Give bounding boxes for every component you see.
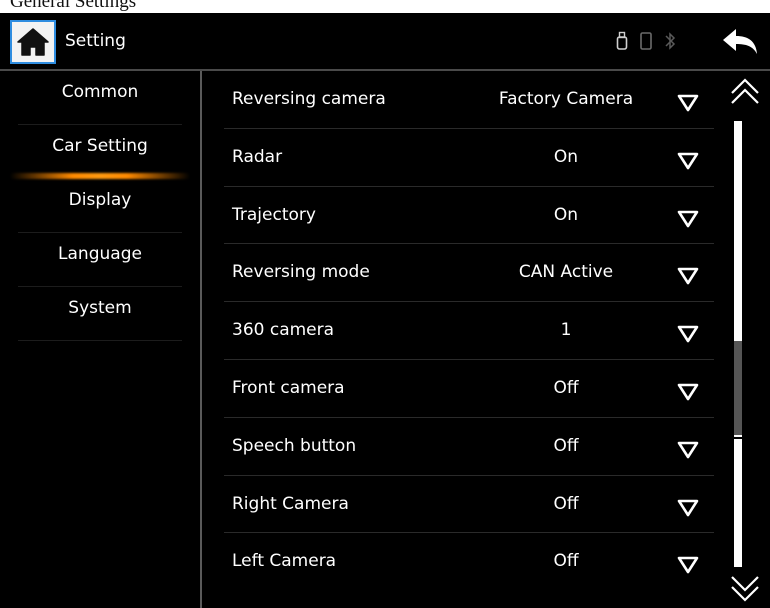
dropdown-arrow-icon[interactable]: [676, 266, 700, 286]
home-button[interactable]: [10, 20, 56, 64]
head-unit-screen: Setting Common Car Setting Display Langu…: [0, 13, 770, 608]
phone-icon: [640, 32, 652, 50]
dropdown-arrow-icon[interactable]: [676, 555, 700, 575]
double-chevron-down-icon[interactable]: [728, 571, 762, 605]
setting-label: Speech button: [232, 435, 357, 456]
setting-row-360-camera[interactable]: 360 camera 1: [224, 302, 714, 360]
setting-label: Reversing camera: [232, 89, 386, 109]
setting-value[interactable]: On: [482, 145, 650, 169]
setting-label: Reversing mode: [232, 262, 370, 283]
scroll-thumb-notch: [726, 432, 754, 439]
sidebar-item-label: Display: [68, 190, 132, 210]
dropdown-arrow-icon[interactable]: [676, 324, 700, 344]
setting-label: Radar: [232, 146, 283, 167]
sidebar-item-display[interactable]: Display: [0, 179, 200, 233]
back-button[interactable]: [720, 27, 760, 57]
setting-value[interactable]: CAN Active: [482, 260, 650, 284]
top-bar: Setting: [0, 13, 770, 70]
setting-value[interactable]: Off: [482, 376, 650, 400]
setting-value[interactable]: On: [482, 203, 650, 227]
home-icon: [17, 28, 49, 56]
bluetooth-icon: [665, 32, 676, 50]
setting-value[interactable]: Factory Camera: [482, 87, 650, 111]
dropdown-arrow-icon[interactable]: [676, 440, 700, 460]
dropdown-arrow-icon[interactable]: [676, 209, 700, 229]
setting-label: 360 camera: [232, 320, 335, 341]
setting-row-speech-button[interactable]: Speech button Off: [224, 418, 714, 476]
setting-row-radar[interactable]: Radar On: [224, 129, 714, 187]
setting-value[interactable]: Off: [482, 434, 650, 458]
sidebar-item-label: Car Setting: [52, 136, 148, 156]
setting-row-reversing-mode[interactable]: Reversing mode CAN Active: [224, 244, 714, 303]
sidebar-item-car-setting[interactable]: Car Setting: [0, 125, 200, 179]
dropdown-arrow-icon[interactable]: [676, 498, 700, 518]
setting-value[interactable]: Off: [482, 492, 650, 516]
scrollbar[interactable]: [722, 71, 770, 608]
back-arrow-icon: [723, 29, 757, 54]
setting-row-left-camera[interactable]: Left Camera Off: [224, 533, 714, 591]
sidebar-item-common[interactable]: Common: [0, 71, 200, 125]
setting-label: Front camera: [232, 377, 345, 398]
sidebar-item-label: Common: [61, 82, 139, 102]
setting-row-trajectory[interactable]: Trajectory On: [224, 187, 714, 245]
double-chevron-up-icon[interactable]: [728, 75, 762, 109]
status-icons: [616, 28, 676, 54]
usb-icon: [616, 31, 628, 50]
sidebar-item-label: Language: [58, 244, 142, 264]
setting-label: Left Camera: [232, 551, 337, 572]
setting-row-front-camera[interactable]: Front camera Off: [224, 360, 714, 418]
scroll-thumb[interactable]: [734, 341, 742, 435]
sidebar-item-language[interactable]: Language: [0, 233, 200, 287]
dropdown-arrow-icon[interactable]: [676, 382, 700, 402]
setting-label: Trajectory: [232, 204, 316, 225]
page-caption: General Settings: [10, 0, 137, 12]
setting-label: Right Camera: [232, 493, 349, 514]
setting-value[interactable]: Off: [482, 549, 650, 573]
setting-value[interactable]: 1: [482, 318, 650, 342]
setting-row-reversing-camera[interactable]: Reversing camera Factory Camera: [224, 71, 714, 129]
sidebar-item-label: System: [68, 298, 132, 318]
sidebar: Common Car Setting Display Language Syst…: [0, 71, 200, 608]
settings-list: Reversing camera Factory Camera Radar On…: [202, 71, 722, 608]
dropdown-arrow-icon[interactable]: [676, 93, 700, 113]
setting-row-right-camera[interactable]: Right Camera Off: [224, 476, 714, 534]
sidebar-item-system[interactable]: System: [0, 287, 200, 341]
page-title: Setting: [65, 31, 126, 51]
dropdown-arrow-icon[interactable]: [676, 151, 700, 171]
